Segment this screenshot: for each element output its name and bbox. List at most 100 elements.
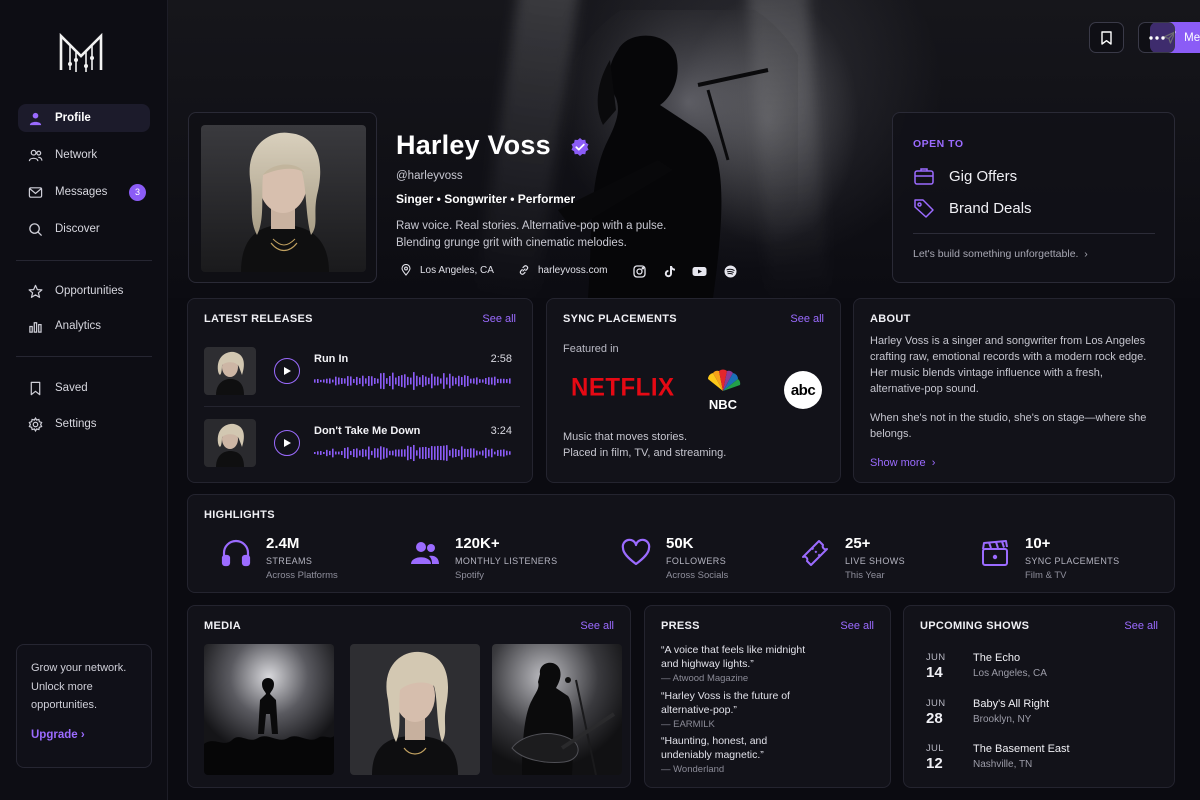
track-title: Run In (314, 353, 349, 365)
show-day: 12 (926, 755, 943, 772)
sidebar-divider (16, 356, 152, 357)
stat-label: STREAMS (266, 556, 313, 566)
stat-value: 2.4M (266, 535, 300, 552)
open-to-title: OPEN TO (913, 138, 964, 150)
press-quote[interactable]: “Harley Voss is the future of alternativ… (661, 690, 876, 730)
play-button[interactable] (274, 358, 300, 384)
tag-icon (914, 199, 934, 218)
website-text: harleyvoss.com (538, 264, 608, 276)
quote-text: “Haunting, honest, and (661, 735, 768, 747)
about-paragraph: Harley Voss is a singer and songwriter f… (870, 335, 1147, 395)
ticket-icon (802, 540, 828, 566)
quote-source: — Wonderland (661, 764, 725, 775)
track-item[interactable]: Don't Take Me Down 3:24 (204, 419, 520, 471)
more-options-button[interactable] (1138, 22, 1175, 53)
stat-sub: Film & TV (1025, 570, 1067, 581)
stat-label: FOLLOWERS (666, 556, 727, 566)
stat-sub: Across Socials (666, 570, 729, 581)
spotify-icon[interactable] (724, 265, 737, 278)
sync-description: Music that moves stories. Placed in film… (563, 429, 726, 461)
track-cover (204, 347, 256, 395)
tiktok-icon[interactable] (663, 265, 676, 278)
upcoming-shows-card: UPCOMING SHOWS See all JUN 14 The Echo L… (903, 605, 1175, 788)
sync-placements-card: SYNC PLACEMENTS See all Featured in NETF… (546, 298, 841, 483)
bio-line: Blending grunge grit with cinematic melo… (396, 237, 627, 249)
track-title: Don't Take Me Down (314, 425, 421, 437)
waveform[interactable] (314, 443, 514, 463)
nbc-logo: NBC (703, 369, 743, 412)
stat-value: 25+ (845, 535, 871, 552)
open-to-brand-deals[interactable]: Brand Deals (913, 197, 1032, 219)
media-photo-portrait[interactable] (350, 644, 480, 775)
show-month: JUL (926, 743, 944, 754)
media-photo-concert[interactable] (204, 644, 334, 775)
brand-logo[interactable] (58, 30, 104, 76)
upgrade-link[interactable]: Upgrade › (31, 729, 137, 741)
track-cover (204, 419, 256, 467)
open-to-cta-link[interactable]: Let's build something unforgettable. › (913, 248, 1088, 260)
shows-see-all-link[interactable]: See all (1124, 620, 1158, 632)
sidebar-item-saved[interactable]: Saved (18, 374, 150, 402)
track-item[interactable]: Run In 2:58 (204, 347, 520, 399)
youtube-icon[interactable] (692, 265, 707, 278)
show-location: Los Angeles, CA (973, 668, 1047, 679)
sidebar-item-messages[interactable]: Messages 3 (18, 178, 150, 206)
show-item[interactable]: JUN 14 The Echo Los Angeles, CA (920, 650, 1160, 684)
stat-value: 10+ (1025, 535, 1051, 552)
profile-website-link[interactable]: harleyvoss.com (518, 264, 607, 276)
stat-sub: Across Platforms (266, 570, 338, 581)
show-more-link[interactable]: Show more › (870, 457, 935, 469)
sidebar-item-profile[interactable]: Profile (18, 104, 150, 132)
clapper-icon (982, 540, 1008, 566)
quote-text: alternative-pop.” (661, 703, 737, 716)
sidebar-item-label: Discover (55, 223, 100, 235)
show-item[interactable]: JUN 28 Baby's All Right Brooklyn, NY (920, 696, 1160, 730)
bookmark-button[interactable] (1089, 22, 1124, 53)
star-icon (28, 284, 43, 298)
track-duration: 2:58 (490, 353, 512, 365)
releases-see-all-link[interactable]: See all (482, 313, 516, 325)
show-location: Brooklyn, NY (973, 714, 1032, 725)
card-title: MEDIA (204, 620, 241, 632)
open-to-label: Brand Deals (949, 199, 1032, 217)
press-quote[interactable]: “A voice that feels like midnight and hi… (661, 644, 876, 684)
waveform[interactable] (314, 371, 514, 391)
highlights-card: HIGHLIGHTS 2.4M STREAMS Across Platforms… (187, 494, 1175, 593)
profile-photo[interactable] (201, 125, 366, 272)
quote-text: “Harley Voss is the future of (661, 690, 790, 702)
press-see-all-link[interactable]: See all (840, 620, 874, 632)
open-to-gig-offers[interactable]: Gig Offers (913, 165, 1017, 187)
netflix-logo: NETFLIX (571, 373, 675, 402)
profile-bio: Raw voice. Real stories. Alternative-pop… (396, 218, 716, 252)
show-item[interactable]: JUL 12 The Basement East Nashville, TN (920, 741, 1160, 775)
sidebar-item-network[interactable]: Network (18, 141, 150, 169)
play-button[interactable] (274, 430, 300, 456)
sidebar-item-settings[interactable]: Settings (18, 410, 150, 438)
sidebar-item-label: Saved (55, 382, 88, 394)
latest-releases-card: LATEST RELEASES See all Run In 2:58 Don'… (187, 298, 533, 483)
press-quote[interactable]: “Haunting, honest, and undeniably magnet… (661, 735, 876, 775)
quote-text: undeniably magnetic.” (661, 748, 764, 761)
instagram-icon[interactable] (633, 265, 646, 278)
unread-badge: 3 (129, 183, 146, 201)
stat-value: 120K+ (455, 535, 500, 552)
open-to-divider (913, 233, 1155, 234)
network-icon (28, 149, 43, 161)
stat-sub: This Year (845, 570, 885, 581)
abc-wordmark: abc (790, 381, 816, 399)
sidebar-item-discover[interactable]: Discover (18, 215, 150, 243)
about-card: ABOUT Harley Voss is a singer and songwr… (853, 298, 1175, 483)
press-card: PRESS See all “A voice that feels like m… (644, 605, 891, 788)
sidebar-item-analytics[interactable]: Analytics (18, 312, 150, 340)
media-photo-guitar[interactable] (492, 644, 622, 775)
quote-text: “A voice that feels like midnight (661, 644, 806, 656)
stat-value: 50K (666, 535, 694, 552)
media-see-all-link[interactable]: See all (580, 620, 614, 632)
sidebar-divider (16, 260, 152, 261)
open-to-card: OPEN TO Gig Offers Brand Deals Let's bui… (892, 112, 1175, 283)
show-day: 28 (926, 710, 943, 727)
sync-see-all-link[interactable]: See all (790, 313, 824, 325)
chevron-right-icon: › (1084, 248, 1088, 260)
sidebar-item-opportunities[interactable]: Opportunities (18, 277, 150, 305)
play-icon (284, 367, 291, 375)
